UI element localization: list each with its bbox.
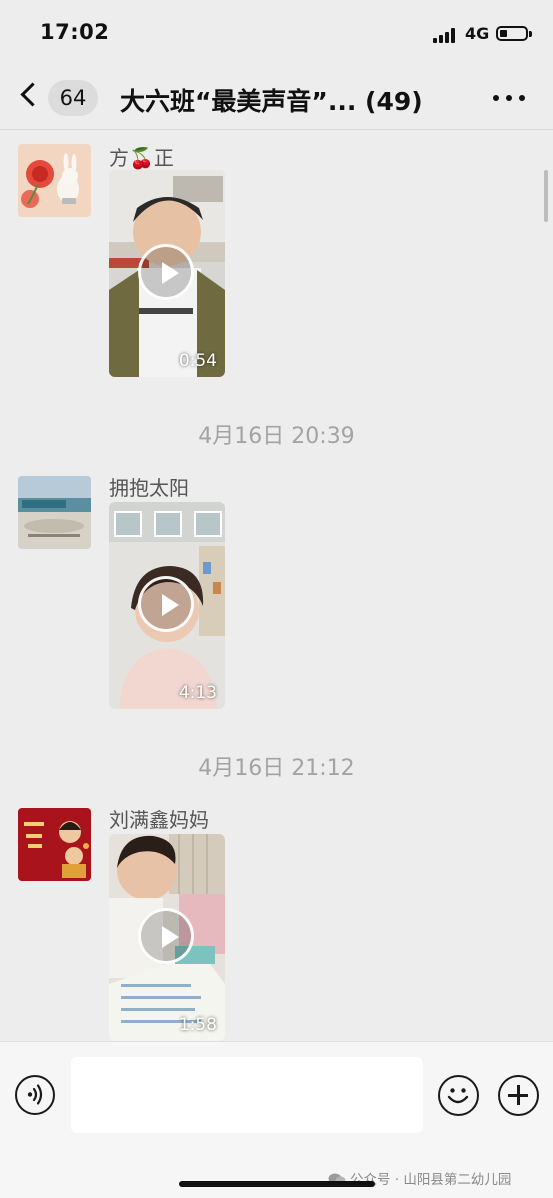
back-icon[interactable]	[20, 82, 45, 107]
video-duration: 0:54	[178, 351, 217, 371]
scrollbar[interactable]	[544, 170, 548, 222]
play-icon[interactable]	[138, 908, 194, 964]
more-options-icon[interactable]	[493, 95, 525, 101]
emoji-icon[interactable]	[438, 1075, 479, 1116]
video-message[interactable]: 4:13	[109, 502, 225, 709]
status-time: 17:02	[40, 20, 110, 44]
video-message[interactable]: 1:58	[109, 834, 225, 1041]
network-type: 4G	[465, 24, 490, 43]
sender-name: 拥抱太阳	[109, 476, 189, 500]
chat-title[interactable]: 大六班“最美声音”... (49)	[120, 82, 423, 118]
voice-input-icon[interactable]	[15, 1075, 55, 1115]
avatar[interactable]	[18, 144, 91, 217]
video-duration: 4:13	[178, 683, 217, 703]
timestamp: 4月16日 20:39	[198, 424, 355, 449]
status-bar: 17:02 4G	[0, 0, 553, 64]
signal-icon	[433, 27, 459, 43]
battery-icon	[496, 26, 532, 41]
video-message[interactable]: 0:54	[109, 170, 225, 377]
play-icon[interactable]	[138, 576, 194, 632]
video-duration: 1:58	[178, 1015, 217, 1035]
play-icon[interactable]	[138, 244, 194, 300]
sender-name: 刘满鑫妈妈	[109, 808, 209, 832]
avatar[interactable]	[18, 476, 91, 549]
timestamp: 4月16日 21:12	[198, 756, 355, 781]
chat-header: 64 大六班“最美声音”... (49)	[0, 64, 553, 130]
message-input[interactable]	[71, 1057, 423, 1133]
add-more-icon[interactable]	[498, 1075, 539, 1116]
unread-count-badge[interactable]: 64	[48, 80, 98, 116]
avatar[interactable]	[18, 808, 91, 881]
home-indicator	[179, 1181, 375, 1187]
input-bar: 公众号 · 山阳县第二幼儿园	[0, 1041, 553, 1198]
sender-name: 方🍒正	[109, 146, 174, 170]
